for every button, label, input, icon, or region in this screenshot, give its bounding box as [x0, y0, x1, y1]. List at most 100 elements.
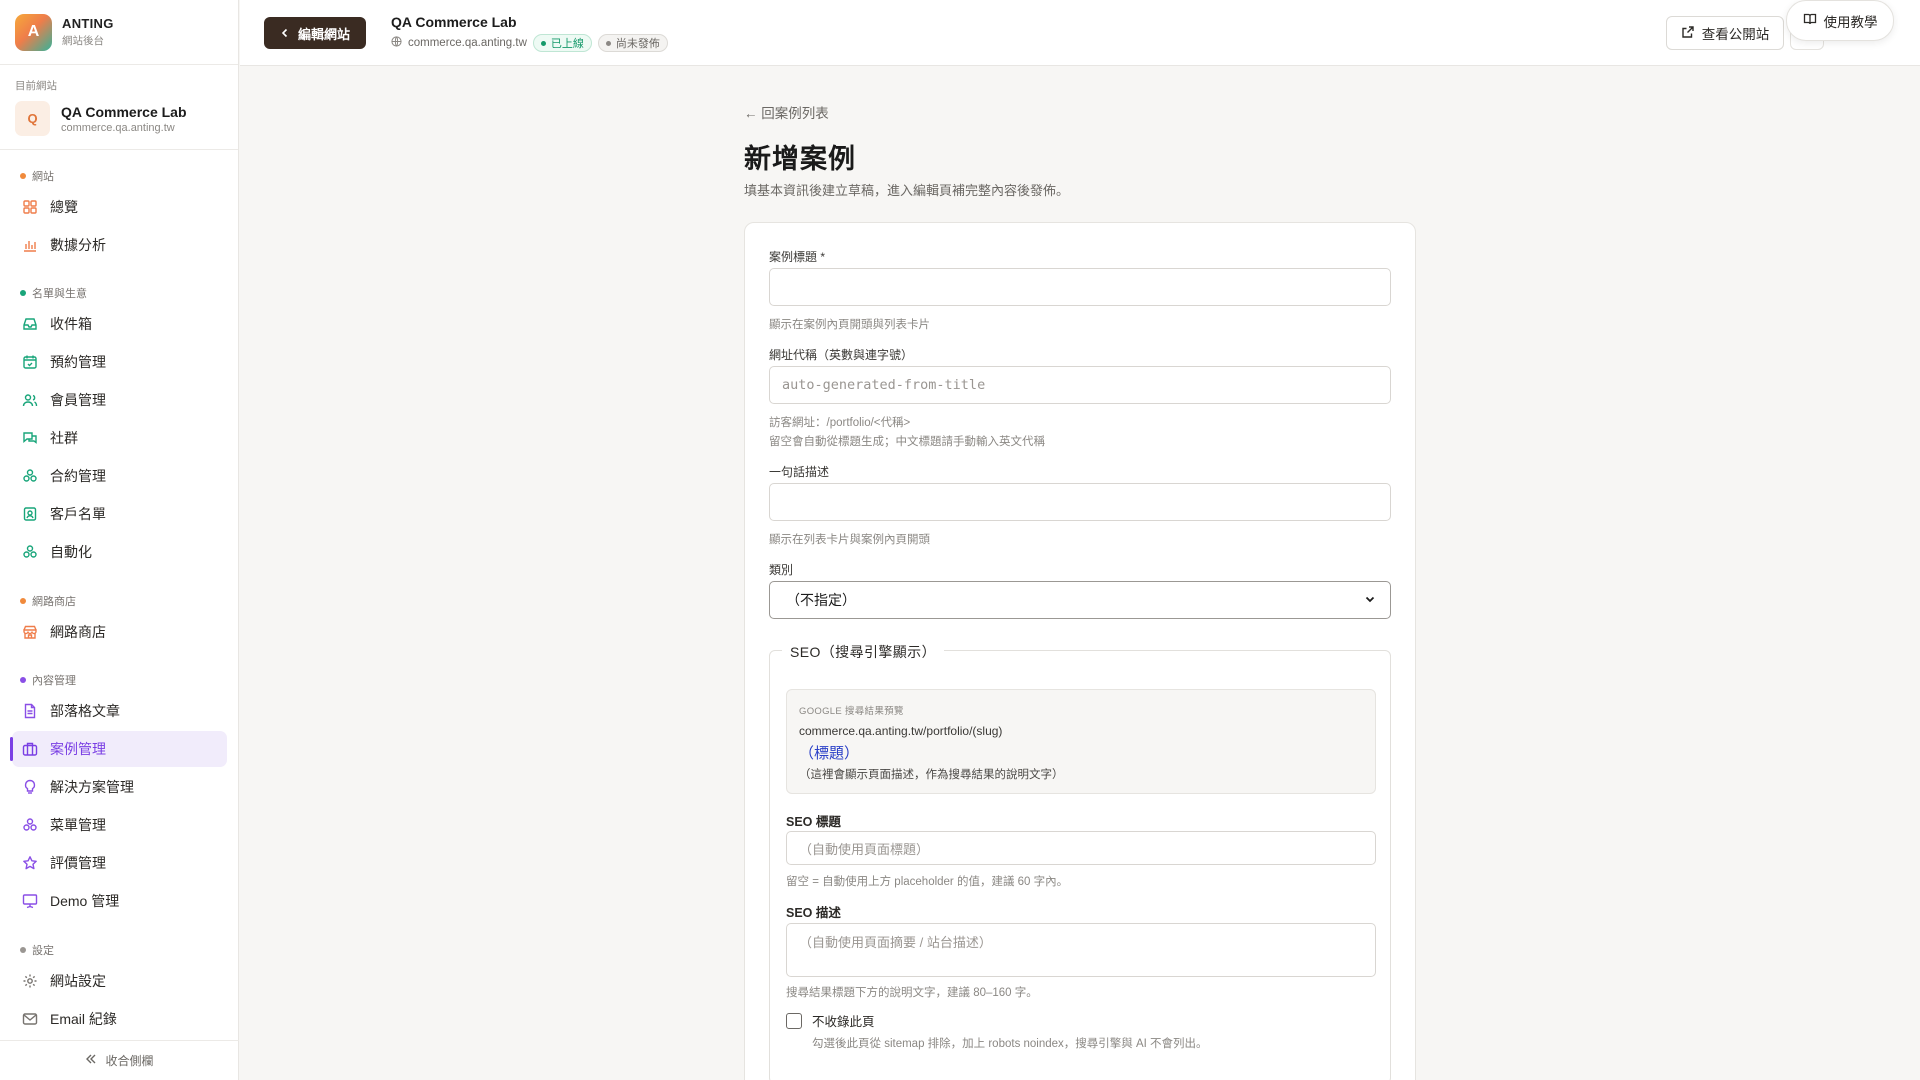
summary-input[interactable] — [769, 483, 1391, 521]
section-title-store: 網路商店 — [0, 593, 76, 609]
star-icon — [22, 855, 38, 871]
status-badge-live: 已上線 — [532, 34, 592, 52]
sidebar-item-label: 菜單管理 — [50, 817, 106, 833]
seo-title-input[interactable]: （自動使用頁面標題） — [786, 831, 1376, 865]
seo-description-hint: 搜尋結果標題下方的說明文字，建議 80–160 字。 — [786, 987, 1038, 999]
sidebar-item-members[interactable]: 會員管理 — [12, 382, 227, 418]
sidebar-item-label: 收件箱 — [50, 316, 92, 332]
new-case-form: 案例標題 * 顯示在案例內頁開頭與列表卡片 網址代稱（英數與連字號） auto-… — [744, 222, 1416, 1080]
sidebar-item-label: Email 紀錄 — [50, 1011, 117, 1027]
chat-icon — [22, 430, 38, 446]
collapse-sidebar-button[interactable]: 收合側欄 — [0, 1040, 239, 1080]
summary-label: 一句話描述 — [769, 465, 830, 479]
brand: A ANTING 網站後台 — [0, 0, 238, 65]
section-dot — [20, 947, 26, 953]
tutorial-button[interactable]: 使用教學 — [1786, 0, 1894, 41]
sidebar-item-portfolio[interactable]: 案例管理 — [10, 731, 227, 767]
sidebar-item-bookings[interactable]: 預約管理 — [12, 344, 227, 380]
tutorial-label: 使用教學 — [1823, 14, 1878, 30]
case-title-input[interactable] — [769, 268, 1391, 306]
sidebar-item-site-settings[interactable]: 網站設定 — [12, 963, 227, 999]
document-icon — [22, 703, 38, 719]
section-label: 名單與生意 — [32, 288, 87, 300]
view-public-site-button[interactable]: 查看公開站 — [1666, 16, 1784, 50]
section-label: 設定 — [32, 945, 54, 957]
summary-hint: 顯示在列表卡片與案例內頁開頭 — [769, 534, 930, 546]
slug-input[interactable]: auto-generated-from-title — [769, 366, 1391, 404]
section-dot — [20, 173, 26, 179]
site-meta: commerce.qa.anting.tw 已上線 尚未發佈 — [391, 34, 668, 52]
brand-logo[interactable]: A — [15, 13, 52, 51]
seo-legend: SEO（搜尋引擎顯示） — [782, 642, 944, 662]
category-select[interactable]: （不指定） — [769, 581, 1391, 619]
sidebar-item-menus[interactable]: 菜單管理 — [12, 807, 227, 843]
category-label: 類別 — [769, 563, 794, 577]
brand-name: ANTING — [62, 16, 114, 31]
sidebar-item-label: 解決方案管理 — [50, 779, 134, 795]
back-to-portfolio-link[interactable]: ← 回案例列表 — [744, 102, 829, 122]
noindex-label: 不收錄此頁 — [812, 1015, 875, 1029]
sidebar-item-label: 會員管理 — [50, 392, 106, 408]
sidebar-item-store[interactable]: 網路商店 — [12, 614, 227, 650]
site-name: QA Commerce Lab — [61, 103, 187, 120]
presentation-icon — [22, 893, 38, 909]
sidebar-item-label: 客戶名單 — [50, 506, 106, 522]
sidebar-item-contracts[interactable]: 合約管理 — [12, 458, 227, 494]
chevron-left-icon — [280, 26, 290, 41]
section-dot — [20, 598, 26, 604]
cluster-icon — [22, 544, 38, 560]
sidebar-item-automation[interactable]: 自動化 — [12, 534, 227, 570]
google-preview-caption: GOOGLE 搜尋結果預覽 — [799, 706, 904, 717]
cluster-icon — [22, 468, 38, 484]
site-title: QA Commerce Lab — [391, 14, 517, 30]
seo-description-label: SEO 描述 — [786, 906, 841, 920]
lightbulb-icon — [22, 779, 38, 795]
calendar-icon — [22, 354, 38, 370]
sidebar-item-overview[interactable]: 總覽 — [12, 189, 227, 225]
slug-label: 網址代稱（英數與連字號） — [769, 348, 914, 362]
sidebar-item-community[interactable]: 社群 — [12, 420, 227, 456]
section-label: 網站 — [32, 171, 54, 183]
current-site-caption: 目前網站 — [15, 80, 57, 92]
status-dot — [605, 40, 611, 46]
chevron-down-icon — [1364, 592, 1376, 608]
google-preview: GOOGLE 搜尋結果預覽 commerce.qa.anting.tw/port… — [786, 689, 1376, 794]
sidebar: A ANTING 網站後台 目前網站 Q QA Commerce Lab com… — [0, 0, 239, 1080]
seo-description-textarea[interactable]: （自動使用頁面摘要 / 站台描述） — [786, 923, 1376, 977]
slug-hint-auto: 留空會自動從標題生成；中文標題請手動輸入英文代稱 — [769, 436, 1045, 448]
sidebar-item-label: 網路商店 — [50, 624, 106, 640]
section-label: 內容管理 — [32, 675, 76, 687]
edit-site-label: 編輯網站 — [297, 26, 350, 42]
status-dot — [540, 40, 546, 46]
sidebar-item-analytics[interactable]: 數據分析 — [12, 227, 227, 263]
sidebar-item-solutions[interactable]: 解決方案管理 — [12, 769, 227, 805]
current-site: 目前網站 Q QA Commerce Lab commerce.qa.antin… — [0, 65, 238, 150]
sidebar-item-email-log[interactable]: Email 紀錄 — [12, 1001, 227, 1037]
status-badge-draft: 尚未發佈 — [597, 34, 668, 52]
sidebar-item-clients[interactable]: 客戶名單 — [12, 496, 227, 532]
site-domain-link[interactable]: commerce.qa.anting.tw — [408, 37, 527, 49]
store-icon — [22, 624, 38, 640]
category-selected-value: （不指定） — [786, 592, 856, 608]
current-site-switcher[interactable]: Q QA Commerce Lab commerce.qa.anting.tw — [15, 101, 223, 136]
noindex-checkbox[interactable] — [786, 1013, 802, 1029]
cluster-icon — [22, 817, 38, 833]
page-title: 新增案例 — [744, 144, 856, 174]
sidebar-item-demo[interactable]: Demo 管理 — [12, 883, 227, 919]
topbar: 編輯網站 QA Commerce Lab commerce.qa.anting.… — [240, 0, 1920, 66]
edit-site-back-button[interactable]: 編輯網站 — [264, 17, 366, 49]
bar-chart-icon — [22, 237, 38, 253]
sidebar-item-blog[interactable]: 部落格文章 — [12, 693, 227, 729]
sidebar-item-label: 合約管理 — [50, 468, 106, 484]
seo-title-label: SEO 標題 — [786, 815, 841, 829]
status-draft-label: 尚未發佈 — [615, 38, 660, 50]
view-public-site-label: 查看公開站 — [1701, 27, 1770, 42]
sidebar-item-label: 自動化 — [50, 544, 92, 560]
inbox-icon — [22, 316, 38, 332]
sidebar-item-inbox[interactable]: 收件箱 — [12, 306, 227, 342]
google-preview-description: （這裡會顯示頁面描述，作為搜尋結果的說明文字） — [799, 769, 1064, 781]
sidebar-item-label: 總覽 — [50, 199, 78, 215]
section-title-leads: 名單與生意 — [0, 285, 87, 301]
sidebar-item-reviews[interactable]: 評價管理 — [12, 845, 227, 881]
noindex-option: 不收錄此頁 勾選後此頁從 sitemap 排除，加上 robots noinde… — [786, 1011, 1208, 1051]
